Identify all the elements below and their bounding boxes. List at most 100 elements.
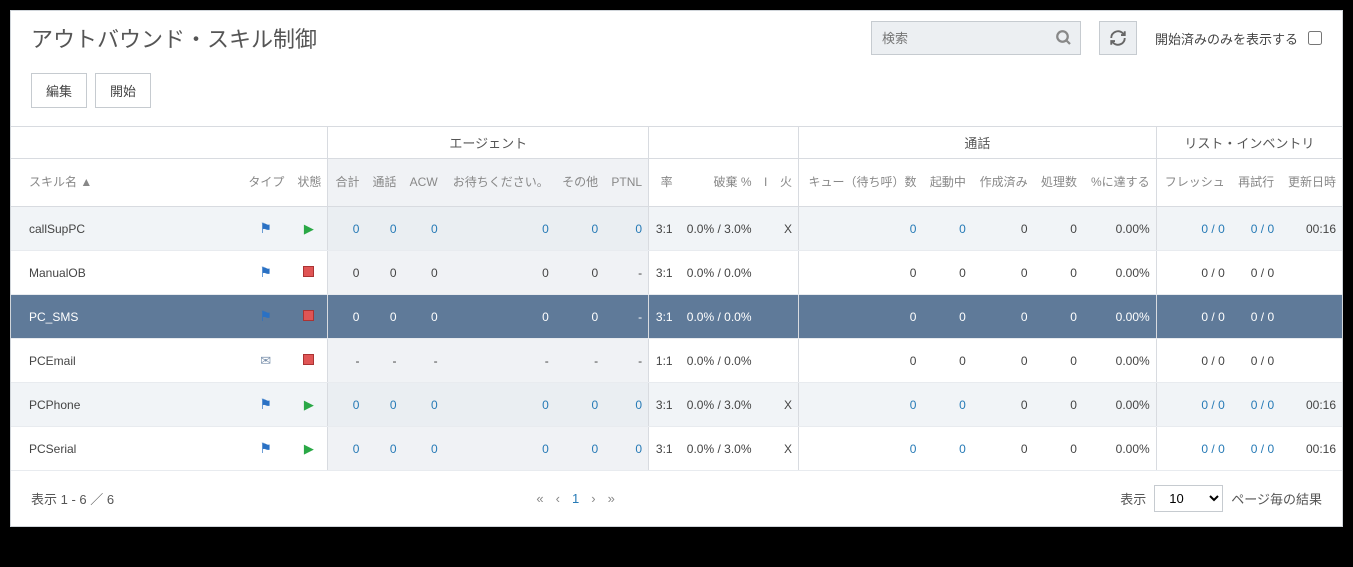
cell-created: 0 [972, 339, 1034, 383]
col-state[interactable]: 状態 [290, 159, 328, 207]
cell-rate: 3:1 [649, 207, 679, 251]
started-only-toggle[interactable]: 開始済みのみを表示する [1155, 29, 1322, 48]
col-abandon[interactable]: 破棄 % [679, 159, 758, 207]
page-title: アウトバウンド・スキル制御 [31, 22, 871, 54]
cell-state: ▶ [290, 383, 328, 427]
table-row[interactable]: PCPhone⚑▶0000003:10.0% / 3.0%X00000.00%0… [11, 383, 1342, 427]
table-row[interactable]: PC_SMS⚑00000-3:10.0% / 0.0%00000.00%0 / … [11, 295, 1342, 339]
col-group-call: 通話 [799, 127, 1157, 159]
cell-other: 0 [555, 295, 604, 339]
search-input[interactable] [871, 21, 1081, 55]
cell-updated: 00:16 [1280, 427, 1342, 471]
cell-fresh: 0 / 0 [1156, 383, 1231, 427]
cell-fire: X [773, 383, 798, 427]
cell-fire [773, 295, 798, 339]
cell-acw: 0 [403, 427, 444, 471]
cell-processed: 0 [1034, 295, 1083, 339]
col-updated[interactable]: 更新日時 [1280, 159, 1342, 207]
cell-queue: 0 [799, 427, 923, 471]
table-row[interactable]: PCEmail✉------1:10.0% / 0.0%00000.00%0 /… [11, 339, 1342, 383]
pager-current[interactable]: 1 [572, 491, 579, 506]
cell-queue: 0 [799, 383, 923, 427]
pager-next-icon[interactable]: › [591, 491, 595, 506]
cell-state [290, 251, 328, 295]
cell-wait: 0 [444, 207, 555, 251]
stop-icon [303, 310, 314, 321]
col-group-agent: エージェント [328, 127, 649, 159]
play-icon: ▶ [304, 441, 314, 456]
pager-prev-icon[interactable]: ‹ [556, 491, 560, 506]
cell-abandon: 0.0% / 3.0% [679, 383, 758, 427]
cell-fresh: 0 / 0 [1156, 339, 1231, 383]
col-retry[interactable]: 再試行 [1231, 159, 1280, 207]
cell-acw: - [403, 339, 444, 383]
skill-table: エージェント 通話 リスト・インベントリ スキル名 ▲ タイプ 状態 合計 通話… [11, 126, 1342, 471]
col-processed[interactable]: 処理数 [1034, 159, 1083, 207]
cell-updated [1280, 295, 1342, 339]
cell-ptnl: - [604, 339, 648, 383]
col-i[interactable]: I [758, 159, 774, 207]
col-skill[interactable]: スキル名 ▲ [11, 159, 241, 207]
col-rate[interactable]: 率 [649, 159, 679, 207]
cell-other: 0 [555, 383, 604, 427]
cell-total: 0 [328, 383, 366, 427]
cell-created: 0 [972, 207, 1034, 251]
col-type[interactable]: タイプ [241, 159, 290, 207]
cell-acw: 0 [403, 207, 444, 251]
edit-button[interactable]: 編集 [31, 73, 87, 108]
cell-abandon: 0.0% / 0.0% [679, 251, 758, 295]
cell-abandon: 0.0% / 3.0% [679, 207, 758, 251]
col-running[interactable]: 起動中 [922, 159, 971, 207]
cell-acw: 0 [403, 251, 444, 295]
cell-total: 0 [328, 427, 366, 471]
start-button[interactable]: 開始 [95, 73, 151, 108]
cell-i [758, 207, 774, 251]
cell-i [758, 339, 774, 383]
cell-queue: 0 [799, 251, 923, 295]
stop-icon [303, 354, 314, 365]
col-ptnl[interactable]: PTNL [604, 159, 648, 207]
search-icon[interactable] [1055, 29, 1073, 47]
cell-created: 0 [972, 383, 1034, 427]
col-talk[interactable]: 通話 [365, 159, 402, 207]
cell-skill: PC_SMS [11, 295, 241, 339]
col-pct[interactable]: %に達する [1083, 159, 1156, 207]
started-only-checkbox[interactable] [1308, 31, 1322, 45]
col-wait[interactable]: お待ちください。 [444, 159, 555, 207]
col-total[interactable]: 合計 [328, 159, 366, 207]
outbound-flag-icon: ⚑ [259, 396, 272, 412]
cell-i [758, 427, 774, 471]
refresh-button[interactable] [1099, 21, 1137, 55]
cell-fire [773, 251, 798, 295]
cell-total: - [328, 339, 366, 383]
outbound-flag-icon: ⚑ [259, 308, 272, 324]
cell-rate: 3:1 [649, 295, 679, 339]
cell-skill: PCEmail [11, 339, 241, 383]
table-row[interactable]: ManualOB⚑00000-3:10.0% / 0.0%00000.00%0 … [11, 251, 1342, 295]
cell-running: 0 [922, 339, 971, 383]
col-fresh[interactable]: フレッシュ [1156, 159, 1231, 207]
pager-last-icon[interactable]: » [608, 491, 615, 506]
cell-talk: - [365, 339, 402, 383]
col-other[interactable]: その他 [555, 159, 604, 207]
cell-other: 0 [555, 251, 604, 295]
pager-first-icon[interactable]: « [536, 491, 543, 506]
cell-skill: PCPhone [11, 383, 241, 427]
cell-i [758, 383, 774, 427]
outbound-flag-icon: ⚑ [259, 264, 272, 280]
col-created[interactable]: 作成済み [972, 159, 1034, 207]
col-queue[interactable]: キュー（待ち呼）数 [799, 159, 923, 207]
cell-processed: 0 [1034, 427, 1083, 471]
cell-state [290, 295, 328, 339]
page-size-select[interactable]: 10 [1154, 485, 1223, 512]
col-fire[interactable]: 火 [773, 159, 798, 207]
cell-retry: 0 / 0 [1231, 295, 1280, 339]
cell-pct: 0.00% [1083, 427, 1156, 471]
table-row[interactable]: callSupPC⚑▶0000003:10.0% / 3.0%X00000.00… [11, 207, 1342, 251]
cell-talk: 0 [365, 207, 402, 251]
cell-processed: 0 [1034, 339, 1083, 383]
col-acw[interactable]: ACW [403, 159, 444, 207]
cell-ptnl: - [604, 251, 648, 295]
table-row[interactable]: PCSerial⚑▶0000003:10.0% / 3.0%X00000.00%… [11, 427, 1342, 471]
cell-running: 0 [922, 383, 971, 427]
